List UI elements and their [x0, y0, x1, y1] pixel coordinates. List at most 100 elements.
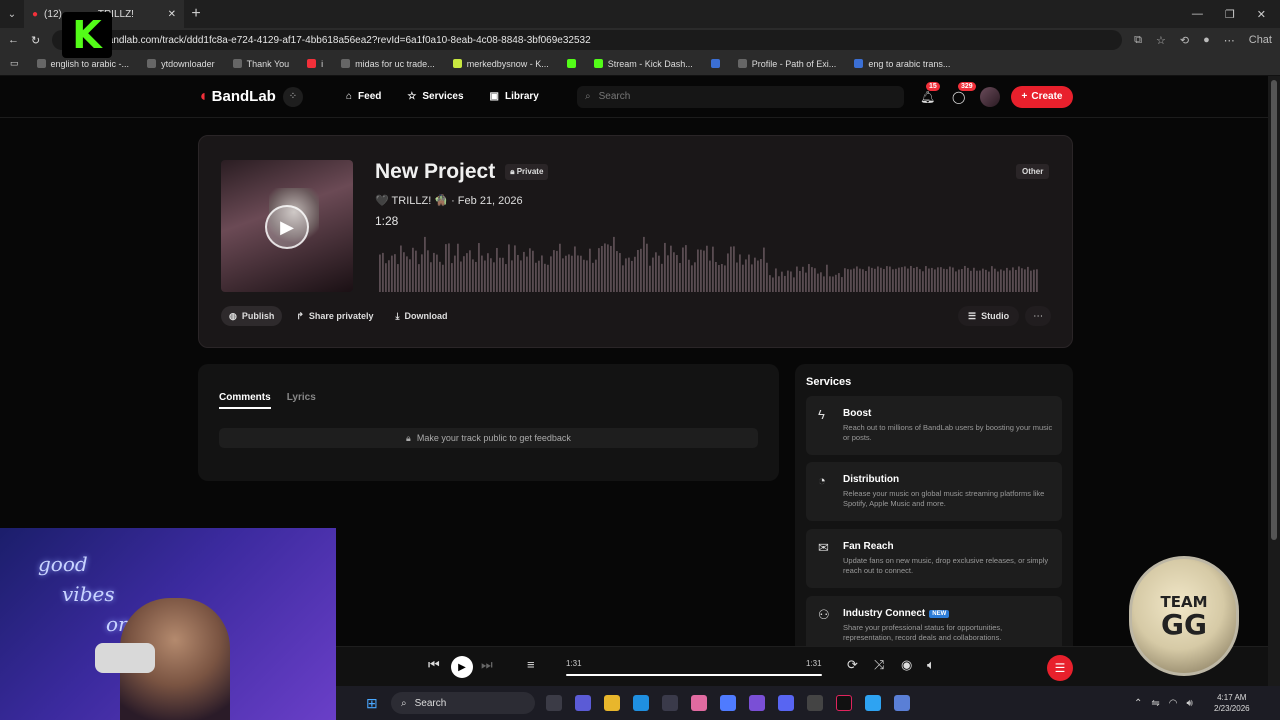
notifications-bell-icon[interactable]: 🔔︎ 15 — [920, 81, 940, 104]
bookmark-item[interactable] — [710, 59, 720, 68]
bookmark-item[interactable]: midas for uc trade... — [341, 59, 435, 69]
tab-close-icon[interactable]: ✕ — [168, 9, 176, 20]
file-explorer-icon[interactable] — [604, 695, 620, 711]
notifications-badge: 15 — [926, 81, 940, 91]
queue-list-icon[interactable]: ≡ — [527, 657, 535, 672]
network-icon[interactable]: ⇋ — [1151, 698, 1159, 709]
restore-icon[interactable]: ❐ — [1225, 8, 1235, 21]
extensions-icon[interactable]: ⧉ — [1134, 34, 1142, 47]
player-play-button[interactable]: ▶ — [451, 656, 473, 678]
bookmark-item[interactable]: Stream - Kick Dash... — [593, 59, 693, 69]
apps-grid-icon[interactable]: ⁘ — [283, 86, 303, 107]
url-field[interactable]: bandlab.com/track/ddd1fc8a-e724-4129-af1… — [52, 30, 1123, 50]
speaker-icon[interactable]: 🔊︎ — [1187, 698, 1193, 709]
waveform-bar — [1030, 270, 1032, 292]
bandlab-logo[interactable]: ◖ BandLab — [198, 88, 276, 106]
profile-icon[interactable]: ● — [1203, 34, 1210, 47]
progress-bar[interactable] — [566, 674, 822, 676]
genre-tag[interactable]: Other — [1016, 164, 1050, 179]
service-desc: Share your professional status for oppor… — [843, 623, 1003, 642]
copilot-icon[interactable] — [720, 695, 736, 711]
history-icon[interactable]: ⟲ — [1180, 34, 1189, 47]
nav-library[interactable]: ▣ Library — [490, 91, 539, 102]
bookmark-item[interactable]: Profile - Path of Exi... — [737, 59, 836, 69]
previous-icon[interactable]: ⏮ — [428, 657, 440, 673]
waveform-bar — [736, 262, 738, 292]
play-track-button[interactable]: ▶ — [265, 205, 309, 249]
queue-button[interactable]: ☰ — [1047, 655, 1073, 681]
track-waveform[interactable] — [379, 232, 1049, 292]
edge-icon[interactable] — [633, 695, 649, 711]
waveform-bar — [925, 266, 927, 292]
app-icon[interactable] — [807, 695, 823, 711]
waveform-bar — [985, 269, 987, 292]
back-icon[interactable]: ← — [8, 34, 19, 46]
notepad-icon[interactable] — [865, 695, 881, 711]
bookmark-item[interactable]: i — [307, 59, 323, 69]
app-icon[interactable] — [749, 695, 765, 711]
favorites-icon[interactable]: ☆ — [1156, 34, 1166, 47]
teams-icon[interactable] — [575, 695, 591, 711]
taskbar-search[interactable]: ⌕ Search — [391, 692, 535, 714]
tray-chevron-icon[interactable]: ⌃ — [1134, 698, 1142, 709]
waveform-bar — [526, 256, 528, 292]
top-nav: ◖ BandLab ⁘ ⌂ Feed ☆ Services ▣ Library ⌕ S… — [0, 76, 1268, 118]
publish-button[interactable]: ◍ Publish — [221, 306, 283, 326]
shuffle-icon[interactable]: ⤨ — [874, 657, 884, 673]
tiktok-icon[interactable] — [836, 695, 852, 711]
close-window-icon[interactable]: ✕ — [1257, 8, 1266, 21]
minimize-icon[interactable]: — — [1192, 8, 1203, 21]
app-icon[interactable] — [691, 695, 707, 711]
waveform-bar — [946, 269, 948, 292]
refresh-icon[interactable]: ↻ — [31, 34, 40, 47]
messages-icon[interactable]: ◯ 329 — [952, 81, 976, 104]
store-icon[interactable] — [662, 695, 678, 711]
user-avatar[interactable] — [980, 86, 1000, 107]
share-privately-button[interactable]: ↱ Share privately — [288, 306, 381, 326]
windows-start-icon[interactable]: ⊞ — [366, 695, 378, 712]
volume-icon[interactable]: 🔈︎ — [927, 657, 935, 673]
create-button[interactable]: + Create — [1011, 85, 1073, 108]
download-button[interactable]: ⤓ Download — [387, 306, 455, 326]
tab-list-chevron-icon[interactable]: ⌄ — [0, 9, 24, 20]
tab-comments[interactable]: Comments — [219, 392, 271, 409]
track-cover-art: ▶ — [221, 160, 353, 292]
task-view-icon[interactable] — [546, 695, 562, 711]
bookmark-item[interactable]: english to arabic -... — [36, 59, 129, 69]
service-boost[interactable]: ϟ Boost Reach out to millions of BandLab… — [806, 396, 1062, 455]
page-scrollbar[interactable] — [1268, 76, 1280, 686]
scrollbar-thumb[interactable] — [1271, 80, 1277, 540]
next-icon[interactable]: ⏭ — [481, 657, 493, 673]
bookmark-item[interactable]: eng to arabic trans... — [854, 59, 950, 69]
nav-services[interactable]: ☆ Services — [407, 91, 463, 102]
waveform-bar — [388, 260, 390, 292]
search-input[interactable]: ⌕ Search — [577, 85, 904, 108]
search-placeholder: Search — [598, 91, 631, 102]
bookmark-item[interactable]: merkedbysnow - K... — [452, 59, 549, 69]
tab-lyrics[interactable]: Lyrics — [287, 392, 316, 409]
menu-icon[interactable]: ⋯ — [1224, 34, 1235, 47]
bookmark-item[interactable]: ytdownloader — [147, 59, 215, 69]
wifi-icon[interactable]: ◠ — [1169, 698, 1178, 709]
nav-feed[interactable]: ⌂ Feed — [346, 91, 381, 102]
repeat-icon[interactable]: ⟳ — [847, 657, 858, 673]
new-tab-icon[interactable]: + — [184, 5, 208, 23]
waveform-bar — [454, 255, 456, 292]
service-fan-reach[interactable]: ✉ Fan Reach Update fans on new music, dr… — [806, 529, 1062, 588]
waveform-bar — [886, 266, 888, 292]
studio-button[interactable]: ☰ Studio — [958, 306, 1020, 326]
app-icon[interactable] — [894, 695, 910, 711]
more-options-icon[interactable]: ⋯ — [1025, 306, 1052, 326]
copilot-chat-button[interactable]: Chat — [1249, 34, 1272, 47]
waveform-bar — [1000, 269, 1002, 292]
system-clock[interactable]: 4:17 AM 2/23/2026 — [1214, 692, 1250, 714]
bookmark-item[interactable]: Thank You — [232, 59, 289, 69]
new-badge: NEW — [929, 609, 950, 618]
discord-icon[interactable] — [778, 695, 794, 711]
track-artist-date: 🖤 TRILLZ! 🧌 · Feb 21, 2026 — [375, 195, 523, 207]
broadcast-icon[interactable]: ◉ — [901, 657, 912, 673]
waveform-bar — [955, 271, 957, 292]
reading-list-icon[interactable]: ▭ — [10, 58, 19, 69]
bookmark-item[interactable] — [566, 59, 576, 68]
service-distribution[interactable]: ◔ Distribution Release your music on glo… — [806, 462, 1062, 521]
